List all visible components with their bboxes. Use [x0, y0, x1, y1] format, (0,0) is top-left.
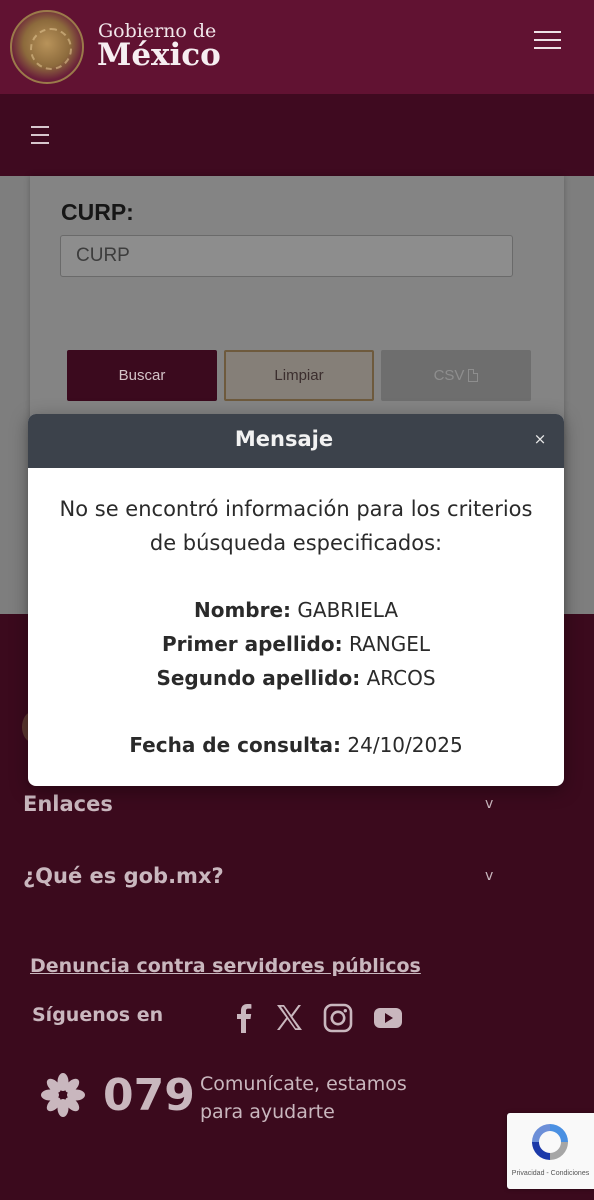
no-results-message: No se encontró información para los crit…	[59, 497, 533, 555]
follow-us-label: Síguenos en	[32, 1004, 164, 1026]
recaptcha-icon	[532, 1124, 568, 1160]
recaptcha-badge[interactable]: Privacidad - Condiciones	[507, 1113, 594, 1189]
clear-button-label: Limpiar	[274, 367, 324, 384]
denuncia-link[interactable]: Denuncia contra servidores públicos	[30, 955, 421, 977]
clear-button[interactable]: Limpiar	[224, 350, 374, 401]
fecha-consulta-value: 24/10/2025	[347, 733, 463, 757]
segundo-apellido-label: Segundo apellido:	[156, 666, 361, 690]
primer-apellido-value: RANGEL	[348, 632, 430, 656]
modal-title: Mensaje	[234, 427, 334, 451]
top-header	[0, 0, 594, 94]
instagram-icon[interactable]	[321, 1001, 355, 1035]
accordion-enlaces[interactable]: Enlaces	[23, 792, 113, 816]
primer-apellido-line: Primer apellido: RANGEL	[28, 632, 564, 656]
segundo-apellido-value: ARCOS	[366, 666, 436, 690]
chevron-down-icon[interactable]: v	[485, 868, 493, 884]
nombre-line: Nombre: GABRIELA	[28, 598, 564, 622]
x-icon[interactable]	[272, 1001, 306, 1035]
recaptcha-terms[interactable]: Privacidad - Condiciones	[507, 1170, 594, 1177]
hamburger-menu-icon[interactable]	[532, 28, 564, 52]
modal-body: No se encontró información para los crit…	[28, 468, 564, 786]
primer-apellido-label: Primer apellido:	[162, 632, 343, 656]
phone-description: Comunícate, estamos para ayudarte	[200, 1073, 407, 1123]
curp-label: CURP:	[61, 199, 134, 225]
csv-export-button[interactable]: CSV	[381, 350, 531, 401]
sub-navbar	[0, 94, 594, 176]
segundo-apellido-line: Segundo apellido: ARCOS	[28, 666, 564, 690]
fecha-consulta-label: Fecha de consulta:	[129, 733, 342, 757]
youtube-icon[interactable]	[371, 1001, 405, 1035]
search-button-label: Buscar	[118, 367, 166, 384]
fecha-consulta-line: Fecha de consulta: 24/10/2025	[28, 733, 564, 757]
csv-button-label: CSV	[433, 367, 465, 384]
coat-of-arms-icon	[10, 10, 84, 84]
file-icon	[468, 369, 479, 382]
facebook-icon[interactable]	[227, 1001, 261, 1035]
modal-header: Mensaje ×	[28, 414, 564, 468]
chevron-down-icon[interactable]: v	[485, 796, 493, 812]
accordion-que-es-gob[interactable]: ¿Qué es gob.mx?	[23, 864, 224, 888]
brand-line-2: México	[97, 37, 221, 73]
phone-number[interactable]: 079	[103, 1070, 195, 1121]
curp-input[interactable]	[60, 235, 513, 277]
flower-icon	[41, 1073, 85, 1117]
sub-menu-hamburger-icon[interactable]	[28, 121, 54, 149]
message-modal: Mensaje × No se encontró información par…	[28, 414, 564, 786]
close-icon[interactable]: ×	[530, 430, 550, 450]
nombre-value: GABRIELA	[297, 598, 399, 622]
search-button[interactable]: Buscar	[67, 350, 217, 401]
nombre-label: Nombre:	[193, 598, 292, 622]
